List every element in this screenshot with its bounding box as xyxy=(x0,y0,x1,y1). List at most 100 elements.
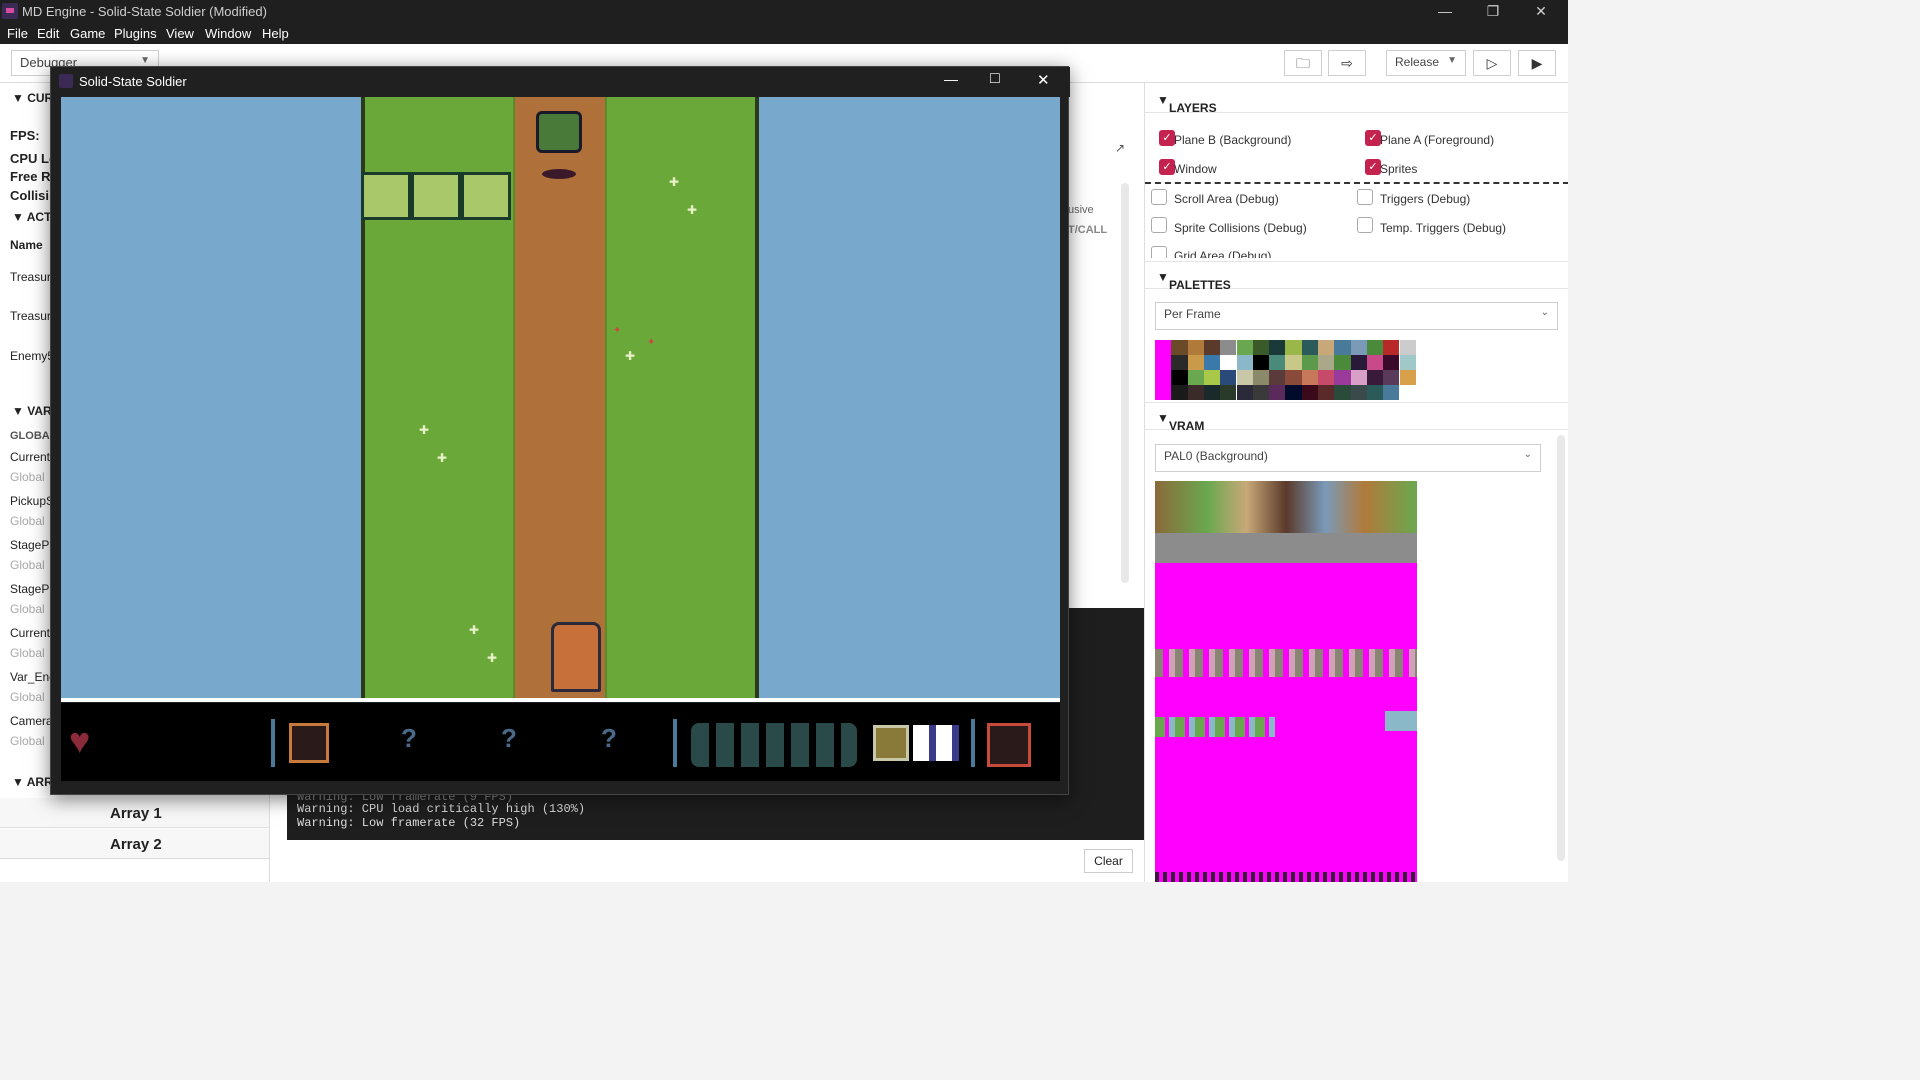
layer-checkbox[interactable]: ✓ xyxy=(1159,159,1175,175)
vram-header[interactable]: ▼ VRAM xyxy=(1145,402,1568,433)
palette-swatch[interactable] xyxy=(1399,370,1416,385)
menu-window[interactable]: Window xyxy=(205,26,251,41)
palette-swatch[interactable] xyxy=(1269,340,1286,355)
play-button[interactable]: ▶ xyxy=(1518,50,1556,76)
palette-swatch[interactable] xyxy=(1285,355,1302,370)
palette-swatch[interactable] xyxy=(1155,370,1172,385)
palette-swatch[interactable] xyxy=(1155,355,1172,370)
palette-swatch[interactable] xyxy=(1187,340,1204,355)
layer-checkbox[interactable] xyxy=(1151,217,1167,233)
palette-swatch[interactable] xyxy=(1350,370,1367,385)
layer-checkbox[interactable] xyxy=(1151,246,1167,258)
actor-row[interactable]: Treasur xyxy=(10,270,51,284)
palette-swatch[interactable] xyxy=(1285,340,1302,355)
palette-swatch[interactable] xyxy=(1252,385,1270,400)
palette-swatch[interactable] xyxy=(1318,370,1335,385)
palette-swatch[interactable] xyxy=(1301,340,1318,355)
palette-swatch[interactable] xyxy=(1318,355,1335,370)
palette-swatch[interactable] xyxy=(1220,385,1237,400)
menu-view[interactable]: View xyxy=(166,26,194,41)
clear-button[interactable]: Clear xyxy=(1084,849,1133,873)
palette-swatch[interactable] xyxy=(1350,385,1367,400)
palette-swatch[interactable] xyxy=(1220,340,1237,355)
palette-swatch[interactable] xyxy=(1236,355,1253,370)
palette-swatch[interactable] xyxy=(1366,355,1384,370)
vram-scrollbar[interactable] xyxy=(1557,435,1565,861)
palette-swatch[interactable] xyxy=(1366,370,1384,385)
palette-swatch[interactable] xyxy=(1155,340,1172,355)
palette-swatch[interactable] xyxy=(1366,340,1384,355)
palette-swatch[interactable] xyxy=(1252,370,1270,385)
palette-swatch[interactable] xyxy=(1236,340,1253,355)
menu-plugins[interactable]: Plugins xyxy=(114,26,157,41)
layer-checkbox[interactable] xyxy=(1151,189,1167,205)
palette-swatch[interactable] xyxy=(1301,355,1318,370)
palette-swatch[interactable] xyxy=(1171,340,1188,355)
menu-help[interactable]: Help xyxy=(262,26,289,41)
palette-swatch[interactable] xyxy=(1203,340,1221,355)
palette-swatch[interactable] xyxy=(1399,355,1416,370)
palette-swatch[interactable] xyxy=(1236,370,1253,385)
vram-palette-select[interactable]: PAL0 (Background) ⌄ xyxy=(1155,444,1541,472)
maximize-icon[interactable]: □ xyxy=(990,70,1000,88)
palette-swatch[interactable] xyxy=(1334,385,1351,400)
open-folder-button[interactable]: 🗀 xyxy=(1284,50,1322,76)
game-screen[interactable]: ✚ ✚ ✦ ✦ ✚ ✚ ✚ ✚ ✚ xyxy=(61,97,1060,699)
palette-swatch[interactable] xyxy=(1334,355,1351,370)
palette-swatch[interactable] xyxy=(1203,370,1221,385)
palette-swatch[interactable] xyxy=(1252,355,1270,370)
vram-tiles-view[interactable] xyxy=(1155,481,1417,882)
array-item[interactable]: Array 2 xyxy=(0,829,269,859)
menu-edit[interactable]: Edit xyxy=(37,26,59,41)
palette-swatch[interactable] xyxy=(1334,340,1351,355)
palette-swatch[interactable] xyxy=(1155,385,1172,400)
palette-swatch[interactable] xyxy=(1171,385,1188,400)
palette-swatch[interactable] xyxy=(1269,385,1286,400)
palette-swatch[interactable] xyxy=(1269,355,1286,370)
palette-swatch[interactable] xyxy=(1269,370,1286,385)
palette-swatch[interactable] xyxy=(1383,385,1400,400)
export-button[interactable]: ⇨ xyxy=(1328,50,1366,76)
actor-row[interactable]: Enemy5 xyxy=(10,349,54,363)
popout-icon[interactable]: ↗ xyxy=(1115,141,1125,155)
section-vars[interactable]: ▼ VAR xyxy=(12,404,52,418)
palette-swatch[interactable] xyxy=(1318,340,1335,355)
layer-checkbox[interactable]: ✓ xyxy=(1159,130,1175,146)
palette-swatch[interactable] xyxy=(1220,355,1237,370)
palette-swatch[interactable] xyxy=(1350,340,1367,355)
layer-checkbox[interactable] xyxy=(1357,189,1373,205)
palette-swatch[interactable] xyxy=(1318,385,1335,400)
palette-swatch[interactable] xyxy=(1203,355,1221,370)
palette-swatch[interactable] xyxy=(1383,370,1400,385)
palette-swatch[interactable] xyxy=(1187,385,1204,400)
palette-swatch[interactable] xyxy=(1187,355,1204,370)
palette-swatch[interactable] xyxy=(1220,370,1237,385)
palette-swatch[interactable] xyxy=(1366,385,1384,400)
palette-swatch[interactable] xyxy=(1399,340,1416,355)
palette-swatch[interactable] xyxy=(1301,385,1318,400)
minimize-icon[interactable]: — xyxy=(944,71,958,87)
array-item[interactable]: Array 1 xyxy=(0,798,269,828)
palette-swatch[interactable] xyxy=(1383,340,1400,355)
layer-checkbox[interactable]: ✓ xyxy=(1365,159,1381,175)
palette-swatch[interactable] xyxy=(1399,385,1416,400)
close-icon[interactable]: ✕ xyxy=(1037,71,1050,89)
menu-file[interactable]: File xyxy=(7,26,28,41)
layer-checkbox[interactable]: ✓ xyxy=(1365,130,1381,146)
palette-swatch[interactable] xyxy=(1236,385,1253,400)
layers-header[interactable]: ▼ LAYERS xyxy=(1145,85,1568,115)
palette-swatch[interactable] xyxy=(1301,370,1318,385)
run-button[interactable]: ▷ xyxy=(1473,50,1511,76)
minimize-icon[interactable]: — xyxy=(1435,2,1455,20)
palette-swatch[interactable] xyxy=(1285,385,1302,400)
palette-swatch[interactable] xyxy=(1203,385,1221,400)
scrollbar[interactable] xyxy=(1121,183,1129,583)
palette-swatch[interactable] xyxy=(1171,370,1188,385)
palettes-header[interactable]: ▼ PALETTES xyxy=(1145,261,1568,292)
palette-swatch[interactable] xyxy=(1252,340,1270,355)
close-icon[interactable]: ✕ xyxy=(1531,2,1551,20)
menu-game[interactable]: Game xyxy=(70,26,105,41)
layer-checkbox[interactable] xyxy=(1357,217,1373,233)
palette-swatch[interactable] xyxy=(1285,370,1302,385)
palette-swatch[interactable] xyxy=(1383,355,1400,370)
